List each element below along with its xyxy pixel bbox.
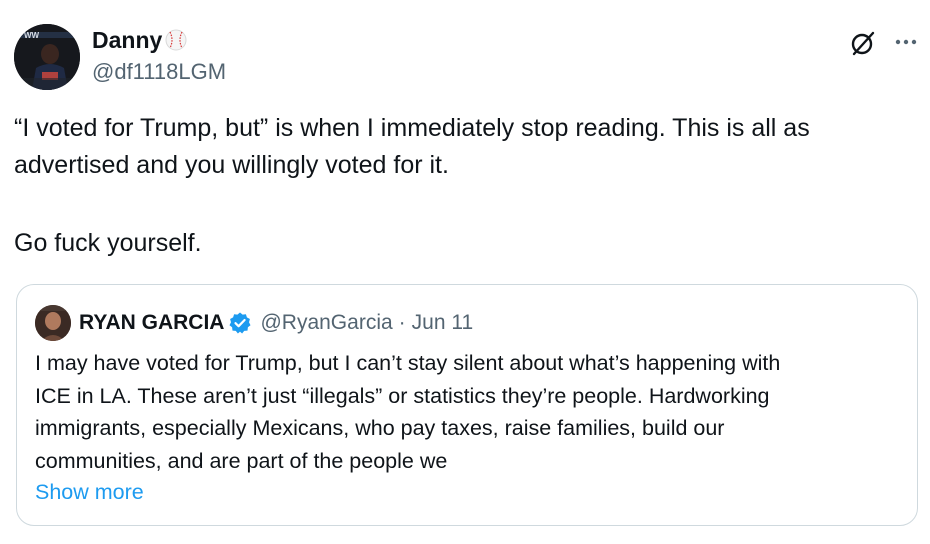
tweet: WW Danny @df1118LGM “I voted for Trump, … [0, 0, 930, 544]
baseball-icon [165, 29, 187, 51]
quoted-text-line: I may have voted for Trump, but I can’t … [35, 351, 781, 375]
quoted-text-line: communities, and are part of the people … [35, 448, 448, 473]
avatar-image: WW [14, 24, 80, 90]
quoted-author-name[interactable]: RYAN GARCIA [79, 311, 224, 335]
quoted-text-line: immigrants, especially Mexicans, who pay… [35, 416, 725, 440]
author-handle[interactable]: @df1118LGM [92, 59, 226, 85]
tweet-text-line: advertised and you willingly voted for i… [14, 151, 449, 179]
separator-dot: · [398, 311, 406, 334]
tweet-text: “I voted for Trump, but” is when I immed… [14, 110, 919, 262]
svg-text:WW: WW [24, 31, 40, 40]
quoted-tweet-text: I may have voted for Trump, but I can’t … [35, 347, 905, 477]
tweet-text-line: Go fuck yourself. [14, 229, 202, 257]
author-name[interactable]: Danny [92, 26, 162, 54]
quoted-avatar-image [35, 305, 71, 341]
quoted-author-handle[interactable]: @RyanGarcia [260, 311, 392, 335]
verified-badge-icon [228, 311, 252, 335]
more-options-icon[interactable] [892, 28, 920, 56]
quoted-tweet-date[interactable]: Jun 11 [412, 311, 474, 335]
quoted-tweet-header: RYAN GARCIA @RyanGarcia · Jun 11 [79, 309, 473, 337]
quoted-tweet-card[interactable]: RYAN GARCIA @RyanGarcia · Jun 11 I may h… [16, 284, 918, 526]
grok-icon[interactable] [848, 28, 878, 58]
author-avatar[interactable]: WW [14, 24, 80, 90]
author-name-row[interactable]: Danny [92, 26, 187, 54]
show-more-link[interactable]: Show more [35, 476, 144, 508]
tweet-text-line: “I voted for Trump, but” is when I immed… [14, 114, 810, 142]
quoted-text-line: ICE in LA. These aren’t just “illegals” … [35, 383, 770, 408]
quoted-author-avatar[interactable] [35, 305, 71, 341]
